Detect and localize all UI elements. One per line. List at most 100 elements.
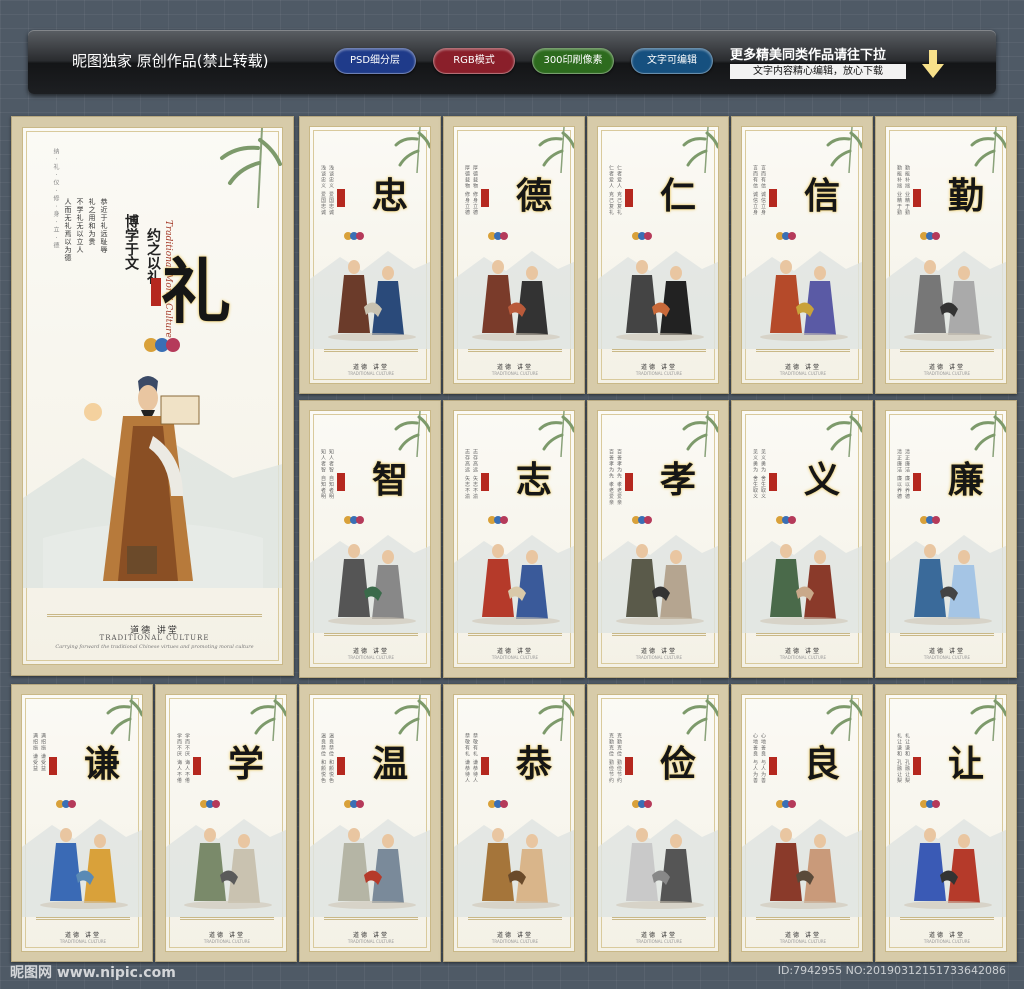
red-seal-icon (337, 189, 345, 207)
poster-text-a: 恭敬有礼 谦恭待人 (464, 733, 470, 784)
poster-text-a: 温良恭俭 和颜悦色 (320, 733, 326, 784)
poster-text-b: 清正廉洁 廉以养德 (904, 449, 910, 500)
poster-character: 信 (803, 175, 840, 217)
red-seal-icon (913, 189, 921, 207)
poster-4[interactable]: 言而有信 诚信立身 言而有信 诚信立身 信 道德 讲堂 TRADITIONAL … (731, 116, 873, 394)
poster-text-b: 恭敬有礼 谦恭待人 (472, 733, 478, 784)
poster-text-b: 满招损 谦受益 (40, 733, 46, 772)
poster-footnote: TRADITIONAL CULTURE (635, 371, 683, 376)
poster-character: 让 (947, 743, 984, 785)
footer-divider (756, 917, 850, 920)
auspicious-cloud-icon (144, 338, 180, 352)
ancient-figure-illustration-icon (472, 828, 560, 909)
ancient-figure-illustration-icon (472, 544, 560, 625)
red-seal-icon (481, 189, 489, 207)
poster-text-a: 满招损 谦受益 (32, 733, 38, 772)
poster-15[interactable]: 克勤克俭 勤俭节约 克勤克俭 勤俭节约 俭 道德 讲堂 TRADITIONAL … (587, 684, 729, 962)
poster-10[interactable]: 清正廉洁 廉以养德 清正廉洁 廉以养德 廉 道德 讲堂 TRADITIONAL … (875, 400, 1017, 678)
poster-text-b: 见义勇为 舍生取义 (760, 449, 766, 500)
red-seal-icon (151, 278, 161, 306)
arrow-down-icon[interactable] (922, 50, 944, 78)
footer-divider (612, 917, 706, 920)
poster-footnote: TRADITIONAL CULTURE (779, 655, 827, 660)
poster-character: 温 (371, 743, 408, 785)
red-seal-icon (625, 189, 633, 207)
poster-11[interactable]: 满招损 谦受益 满招损 谦受益 谦 道德 讲堂 TRADITIONAL CULT… (11, 684, 153, 962)
poster-9[interactable]: 见义勇为 舍生取义 见义勇为 舍生取义 义 道德 讲堂 TRADITIONAL … (731, 400, 873, 678)
poster-8[interactable]: 百善孝为先 孝老爱亲 百善孝为先 孝老爱亲 孝 道德 讲堂 TRADITIONA… (587, 400, 729, 678)
poster-main[interactable]: 纳 · 礼 · 仪 · 修 · 身 · 立 · 德 人而无礼焉以为德 不学礼无以… (11, 116, 294, 676)
poster-text-b: 百善孝为先 孝老爱亲 (616, 449, 622, 506)
poster-text-b: 知人者智 自知者明 (328, 449, 334, 500)
main-character: 礼 (161, 250, 231, 333)
poster-footnote: TRADITIONAL CULTURE (491, 371, 539, 376)
poster-character: 志 (515, 459, 552, 501)
footer-divider (756, 349, 850, 352)
ancient-figure-illustration-icon (472, 260, 560, 341)
ancient-figure-illustration-icon (616, 544, 704, 625)
motto-line2: 约之以礼 (145, 228, 161, 284)
poster-1[interactable]: 浅谈忠义 爱国忠诚 浅谈忠义 爱国忠诚 忠 道德 讲堂 TRADITIONAL … (299, 116, 441, 394)
footer-divider (468, 633, 562, 636)
poster-text-a: 心地善良 与人为善 (752, 733, 758, 784)
poster-character: 俭 (659, 743, 696, 785)
red-seal-icon (337, 473, 345, 491)
poster-character: 良 (803, 743, 840, 785)
poster-17[interactable]: 礼让谦和 孔融让梨 礼让谦和 孔融让梨 让 道德 讲堂 TRADITIONAL … (875, 684, 1017, 962)
poster-text-b: 厚德载物 修身立德 (472, 165, 478, 216)
red-seal-icon (193, 757, 201, 775)
banner-title: 昵图独家 原创作品(禁止转载) (72, 52, 269, 70)
bamboo-icon (220, 128, 282, 208)
poster-footnote: TRADITIONAL CULTURE (203, 939, 251, 944)
ancient-figure-illustration-icon (184, 828, 272, 909)
poster-footnote: TRADITIONAL CULTURE (923, 371, 971, 376)
footer-divider (900, 633, 994, 636)
poster-footnote: TRADITIONAL CULTURE (491, 939, 539, 944)
poster-footnote: TRADITIONAL CULTURE (347, 371, 395, 376)
ancient-figure-illustration-icon (904, 544, 992, 625)
pill-print[interactable]: 300印刷像素 (532, 48, 614, 74)
poster-7[interactable]: 志存高远 矢志不渝 志存高远 矢志不渝 志 道德 讲堂 TRADITIONAL … (443, 400, 585, 678)
traditional-culture-caption: TRADITIONAL CULTURE (99, 634, 210, 642)
poster-12[interactable]: 学而不厌 诲人不倦 学而不厌 诲人不倦 学 道德 讲堂 TRADITIONAL … (155, 684, 297, 962)
poster-5[interactable]: 勤能补拙 业精于勤 勤能补拙 业精于勤 勤 道德 讲堂 TRADITIONAL … (875, 116, 1017, 394)
footer-divider (468, 349, 562, 352)
poster-14[interactable]: 恭敬有礼 谦恭待人 恭敬有礼 谦恭待人 恭 道德 讲堂 TRADITIONAL … (443, 684, 585, 962)
poster-16[interactable]: 心地善良 与人为善 心地善良 与人为善 良 道德 讲堂 TRADITIONAL … (731, 684, 873, 962)
footer-divider (612, 633, 706, 636)
poster-text-b: 温良恭俭 和颜悦色 (328, 733, 334, 784)
poster-text-a: 清正廉洁 廉以养德 (896, 449, 902, 500)
poster-footnote: TRADITIONAL CULTURE (635, 939, 683, 944)
footer-divider (756, 633, 850, 636)
footer-divider (900, 917, 994, 920)
poster-character: 仁 (659, 175, 696, 217)
footer-divider (900, 349, 994, 352)
poster-text-a: 礼让谦和 孔融让梨 (896, 733, 902, 784)
poster-text-a: 言而有信 诚信立身 (752, 165, 758, 216)
ancient-figure-illustration-icon (760, 260, 848, 341)
poster-footnote: TRADITIONAL CULTURE (347, 655, 395, 660)
ancient-figure-illustration-icon (328, 260, 416, 341)
poster-text-b: 勤能补拙 业精于勤 (904, 165, 910, 216)
red-seal-icon (769, 473, 777, 491)
top-banner: 昵图独家 原创作品(禁止转载) PSD细分层 RGB模式 300印刷像素 文字可… (28, 30, 996, 94)
red-seal-icon (481, 757, 489, 775)
poster-footnote: TRADITIONAL CULTURE (779, 939, 827, 944)
poster-character: 义 (803, 459, 840, 501)
poster-text-b: 浅谈忠义 爱国忠诚 (328, 165, 334, 216)
pill-rgb[interactable]: RGB模式 (433, 48, 515, 74)
poster-13[interactable]: 温良恭俭 和颜悦色 温良恭俭 和颜悦色 温 道德 讲堂 TRADITIONAL … (299, 684, 441, 962)
pill-psd[interactable]: PSD细分层 (334, 48, 416, 74)
footer-divider (324, 917, 418, 920)
pill-editable[interactable]: 文字可编辑 (631, 48, 713, 74)
poster-character: 勤 (947, 175, 984, 217)
poster-3[interactable]: 仁者爱人 克己复礼 仁者爱人 克己复礼 仁 道德 讲堂 TRADITIONAL … (587, 116, 729, 394)
poster-2[interactable]: 厚德载物 修身立德 厚德载物 修身立德 德 道德 讲堂 TRADITIONAL … (443, 116, 585, 394)
banner-promo: 更多精美同类作品请往下拉 (730, 48, 887, 63)
poster-character: 孝 (659, 459, 696, 501)
poster-text-b: 克勤克俭 勤俭节约 (616, 733, 622, 784)
ancient-figure-illustration-icon (40, 828, 128, 909)
poster-6[interactable]: 知人者智 自知者明 知人者智 自知者明 智 道德 讲堂 TRADITIONAL … (299, 400, 441, 678)
poster-text-a: 见义勇为 舍生取义 (752, 449, 758, 500)
english-description: Carrying forward the traditional Chinese… (55, 644, 254, 650)
